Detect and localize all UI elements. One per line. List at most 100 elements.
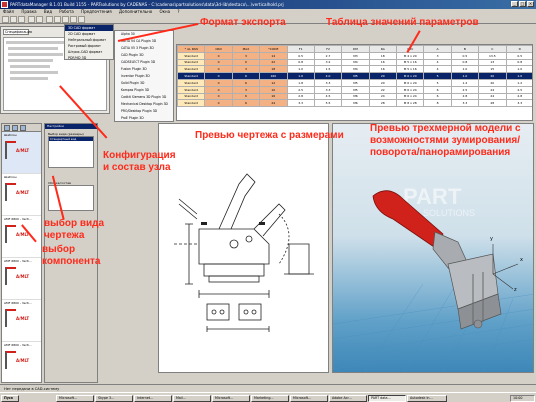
tab-specification[interactable]: Спецификация: [3, 29, 32, 35]
taskbar-item[interactable]: Microsoft...: [56, 395, 94, 402]
column-header[interactable]: F1: [286, 45, 315, 53]
column-header[interactable]: F2: [313, 45, 343, 53]
format-fusion[interactable]: Fusion Plugin 3D: [115, 66, 173, 73]
menu-windows[interactable]: Окна: [159, 9, 170, 14]
format-inventor[interactable]: Inventor Plugin 3D: [115, 73, 173, 80]
save-icon[interactable]: [10, 16, 17, 23]
window-title-bar: PARTdataManager 8.1.01 Build 1155 - PART…: [0, 0, 536, 9]
search-icon[interactable]: [46, 16, 53, 23]
menu-work[interactable]: Работа: [59, 9, 74, 14]
component-thumbnail[interactable]: Шаблон A/MLT: [2, 174, 41, 216]
view-icon[interactable]: [62, 16, 69, 23]
table-row[interactable]: Standard 0 3 18 1.0 1.5 M4 16 M 5 x 16 4 1.0 15 1.0: [177, 65, 532, 74]
taskbar-item-active[interactable]: PART data...: [368, 395, 406, 402]
taskbar-item[interactable]: Microsoft...: [290, 395, 328, 402]
start-button[interactable]: Пуск: [1, 395, 19, 402]
axis-y-label: y: [490, 236, 493, 242]
taskbar-item[interactable]: Adobe Acr...: [329, 395, 367, 402]
format-pro-desktop[interactable]: PRO/Desktop Plugin 3D: [115, 108, 173, 115]
forward-icon[interactable]: [36, 16, 43, 23]
table-cell: 24: [368, 92, 398, 101]
minimize-button[interactable]: _: [511, 1, 518, 7]
component-thumbnail[interactable]: AMF 6800 - Verti... A/MLT: [2, 342, 41, 382]
table-cell: M 6 x 20: [395, 78, 425, 87]
3d-model-viewer[interactable]: PART SOLUTIONS x y z: [332, 123, 534, 373]
print-icon[interactable]: [18, 16, 25, 23]
table-cell: 5: [423, 78, 452, 87]
clamp-thumbnail-icon: [5, 183, 16, 201]
format-solid[interactable]: Solid Plugin 3D: [115, 80, 173, 87]
column-header[interactable]: DM: [341, 45, 370, 53]
table-row[interactable]: Standard 0 3 10 2.5 3.3 M5 22 M 6 x 24 6 2.5 24 2.5: [177, 85, 532, 94]
settings-icon[interactable]: [70, 16, 77, 23]
component-thumbnail[interactable]: Шаблон A/MLT: [2, 132, 41, 174]
taskbar: Пуск Microsoft... Skype 3... Internet...…: [0, 392, 536, 402]
component-thumbnail[interactable]: AMF 6800 - Verti... A/MLT: [2, 300, 41, 342]
column-header[interactable]: B: [450, 45, 480, 53]
menu-edit[interactable]: Правка: [21, 9, 36, 14]
table-cell: M5: [341, 72, 370, 80]
table-cell: 2.5: [505, 85, 532, 94]
menu-file[interactable]: Файл: [3, 9, 14, 14]
component-thumbnail[interactable]: AMF 6800 - Verti... A/MLT: [2, 216, 41, 258]
taskbar-item[interactable]: Marketing...: [251, 395, 289, 402]
taskbar-item[interactable]: Skype 3...: [95, 395, 133, 402]
menu-item-pdf[interactable]: PDF/HD 3D: [65, 55, 113, 61]
back-icon[interactable]: [28, 16, 35, 23]
menu-view[interactable]: Вид: [44, 9, 52, 14]
taskbar-item[interactable]: Mail...: [173, 395, 211, 402]
format-cadkit[interactable]: Cadkit Siemens 3D Plugin 3D: [115, 94, 173, 101]
table-row[interactable]: Standard 0 0 22 0.8 3.2 M4 16 M 5 x 16 4 0.8 13 0.8: [177, 58, 532, 67]
menu-help[interactable]: ?: [177, 9, 179, 14]
view-list[interactable]: Стандартный вид: [48, 136, 94, 168]
menu-extra[interactable]: Дополнительно: [119, 9, 152, 14]
format-cadselect[interactable]: CADSELECT Plugin 3D: [115, 59, 173, 66]
format-kompas[interactable]: Kompas Plugin 3D: [115, 87, 173, 94]
table-cell: 28: [368, 99, 398, 108]
table-cell: 20: [478, 78, 507, 87]
table-row[interactable]: Standard 0 6 24 3.3 5.5 M6 28 M 8 x 28 8 3.3 28 3.3: [177, 99, 532, 108]
export-icon[interactable]: [54, 16, 61, 23]
table-row[interactable]: Standard 0 6 16 2.8 4.5 M6 24 M 6 x 24 6 2.8 24 2.8: [177, 92, 532, 101]
column-header[interactable]: *CODE: [259, 45, 288, 53]
format-cad-plugin[interactable]: CAD Plugin 3D: [115, 52, 173, 59]
menu-preferences[interactable]: Предпочтения: [81, 9, 112, 14]
view-icon[interactable]: [4, 125, 10, 131]
help-icon[interactable]: [78, 16, 85, 23]
taskbar-item[interactable]: Microsoft...: [212, 395, 250, 402]
taskbar-item[interactable]: Internet...: [134, 395, 172, 402]
table-cell: 1.0: [450, 65, 480, 74]
table-row[interactable]: Standard 0 6 160 1.0 4.0 M5 20 M 6 x 20 5 1.0 20 1.0: [177, 72, 532, 80]
drawing-preview[interactable]: [158, 123, 329, 373]
format-mechanical-desktop[interactable]: Mechanical Desktop Plugin 3D: [115, 101, 173, 108]
grid-icon[interactable]: [20, 125, 26, 131]
column-header[interactable]: * AL PAN: [177, 45, 206, 53]
list-icon[interactable]: [12, 125, 18, 131]
callout-component-selection: выбор компонента: [42, 244, 101, 267]
column-header[interactable]: RA: [368, 45, 398, 53]
column-header[interactable]: A: [423, 45, 452, 53]
table-cell: 8: [423, 99, 452, 108]
taskbar-item[interactable]: Autodesk In...: [407, 395, 447, 402]
open-icon[interactable]: [2, 16, 9, 23]
column-header[interactable]: D: [505, 45, 532, 53]
table-row[interactable]: Standard 0 6 12 1.8 3.3 M5 20 M 6 x 20 5 1.2 20 1.2: [177, 78, 532, 87]
table-row[interactable]: Standard 0 3 14 0.5 2.7 M3 18 M 4 x 20 3 0.5 13.5 0.…: [177, 51, 532, 60]
view-list-item[interactable]: Стандартный вид: [49, 137, 93, 141]
table-cell: 16: [368, 65, 398, 74]
column-header[interactable]: CRD: [204, 45, 233, 53]
table-cell: 3.2: [313, 58, 343, 67]
maximize-button[interactable]: □: [519, 1, 526, 7]
component-thumbnail[interactable]: AMF 6800 - Verti... A/MLT: [2, 258, 41, 300]
table-cell: 0.5: [286, 51, 315, 60]
table-cell: 0.5: [505, 51, 532, 60]
format-proe[interactable]: ProE Plugin 3D: [115, 115, 173, 122]
format-catia-v5[interactable]: CATIA V5 3 Plugin 3D: [115, 45, 173, 52]
column-header[interactable]: C: [478, 45, 507, 53]
thumbnail-code: A/MLT: [16, 190, 30, 195]
clamp-thumbnail-icon: [5, 351, 16, 369]
column-header[interactable]: MAX: [231, 45, 261, 53]
table-cell: 0: [231, 58, 261, 67]
close-button[interactable]: ×: [527, 1, 534, 7]
axis-x-label: x: [520, 257, 523, 263]
